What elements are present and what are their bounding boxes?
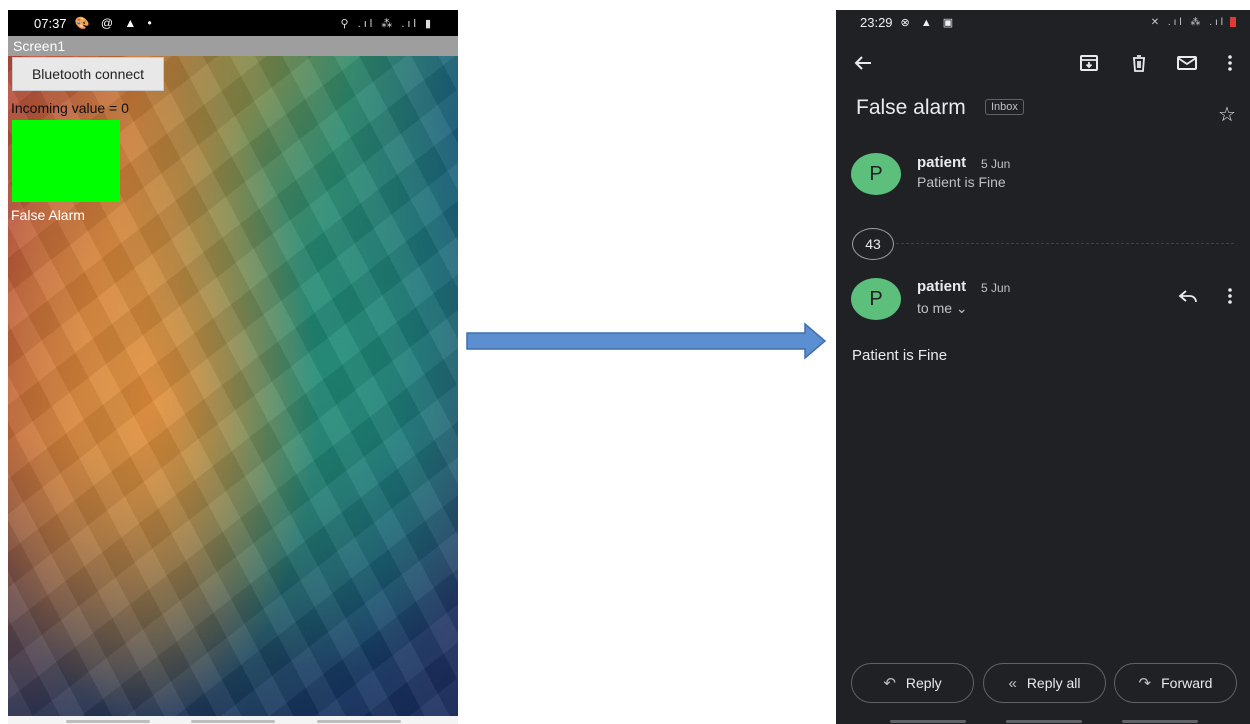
collapsed-divider (896, 243, 1234, 244)
battery-icon (1230, 16, 1236, 27)
nav-recents[interactable] (890, 720, 966, 723)
reply-all-label: Reply all (1026, 675, 1081, 691)
status-indicator (12, 120, 120, 202)
reply-label: Reply (905, 675, 942, 691)
delete-icon[interactable] (1128, 52, 1150, 74)
screen-title: Screen1 (8, 36, 458, 56)
archive-icon[interactable] (1078, 52, 1100, 74)
status-label: False Alarm (11, 207, 85, 223)
avatar: P (851, 278, 901, 320)
status-notification-icons: ⊗ ▲ ▣ (900, 16, 958, 29)
reply-all-button[interactable]: « Reply all (983, 663, 1106, 703)
recipient-details[interactable]: to me ⌄ (917, 300, 968, 317)
forward-label: Forward (1161, 675, 1213, 691)
message-more-icon[interactable] (1219, 285, 1241, 307)
more-options-icon[interactable] (1219, 52, 1241, 74)
status-bar: 23:29 ⊗ ▲ ▣ ✕ .ıl ⁂ .ıl (836, 10, 1250, 34)
nav-back[interactable] (1122, 720, 1198, 723)
status-time: 07:37 (34, 15, 67, 31)
status-time: 23:29 (860, 14, 893, 30)
forward-button[interactable]: ↷ Forward (1114, 663, 1237, 703)
bluetooth-connect-button[interactable]: Bluetooth connect (12, 57, 164, 91)
sender-name: patient (917, 278, 967, 295)
app-inventor-screen: 07:37 🎨 @ ▲ • ⚲ .ıl ⁂ .ıl ▮ Screen1 Blue… (8, 10, 458, 716)
message-date: 5 Jun (981, 157, 1011, 171)
status-notification-icons: 🎨 @ ▲ • (74, 16, 156, 30)
nav-home[interactable] (1006, 720, 1082, 723)
incoming-value-label: Incoming value = 0 (11, 100, 129, 116)
gmail-screen: 23:29 ⊗ ▲ ▣ ✕ .ıl ⁂ .ıl False alarm Inbo… (836, 10, 1250, 724)
forward-icon: ↷ (1138, 675, 1152, 692)
collapsed-messages-count[interactable]: 43 (852, 228, 894, 260)
inbox-label-badge[interactable]: Inbox (985, 99, 1024, 115)
nav-home[interactable] (191, 720, 275, 723)
message-snippet[interactable]: Patient is Fine (917, 174, 1006, 190)
status-signal-icons: ⚲ .ıl ⁂ .ıl ▮ (340, 17, 434, 30)
message-body: Patient is Fine (852, 347, 948, 364)
message-date: 5 Jun (981, 281, 1011, 295)
reply-icon: ↶ (883, 675, 896, 692)
nav-recents[interactable] (66, 720, 150, 723)
status-bar: 07:37 🎨 @ ▲ • ⚲ .ıl ⁂ .ıl ▮ (8, 10, 458, 36)
reply-all-icon: « (1008, 674, 1017, 692)
flow-arrow (466, 322, 827, 360)
reply-button[interactable]: ↶ Reply (851, 663, 974, 703)
mail-icon[interactable] (1176, 52, 1198, 74)
back-arrow-icon[interactable] (852, 52, 874, 74)
email-subject: False alarm (856, 96, 966, 119)
star-icon[interactable]: ☆ (1218, 102, 1236, 127)
sender-name: patient (917, 154, 967, 171)
reply-icon[interactable] (1177, 285, 1199, 307)
left-nav-bar (8, 716, 458, 724)
nav-back[interactable] (317, 720, 401, 723)
avatar: P (851, 153, 901, 195)
status-signal-icons: ✕ .ıl ⁂ .ıl (1151, 17, 1236, 28)
